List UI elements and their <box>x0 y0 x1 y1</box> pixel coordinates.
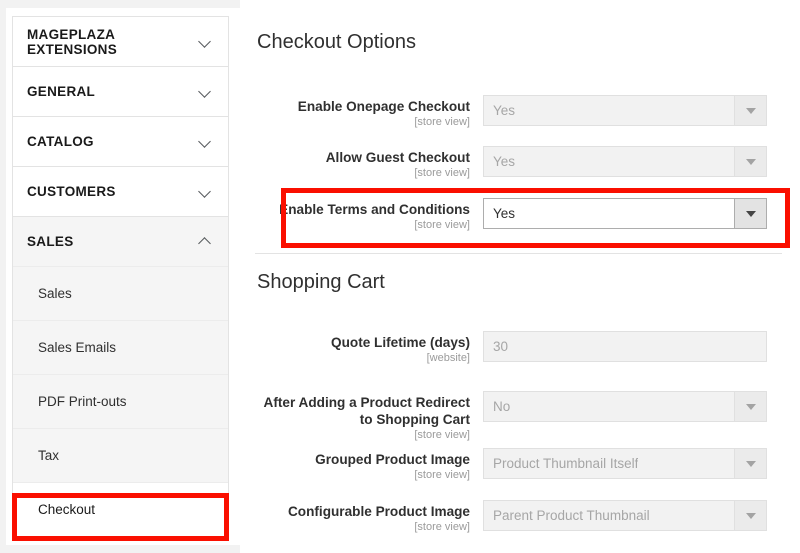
sidebar-section-sales[interactable]: SALES Sales Sales Emails PDF Print-outs … <box>13 216 228 536</box>
page-edge-left <box>0 0 6 553</box>
sidebar-section-catalog[interactable]: CATALOG <box>13 116 228 166</box>
field-control: Product Thumbnail Itself <box>483 448 767 479</box>
page-edge-bottom <box>6 545 240 553</box>
field-label-wrap: Configurable Product Image [store view] <box>255 500 483 535</box>
sidebar-item-label: Sales <box>38 286 72 301</box>
field-label-wrap: Quote Lifetime (days) [website] <box>255 331 483 366</box>
field-enable-onepage-checkout: Enable Onepage Checkout [store view] Yes <box>255 95 800 130</box>
magento-admin-config-page: MAGEPLAZA EXTENSIONS GENERAL CATALOG CUS… <box>0 0 800 553</box>
select-value: Product Thumbnail Itself <box>493 456 639 471</box>
field-label-wrap: Enable Onepage Checkout [store view] <box>255 95 483 130</box>
select-value: Yes <box>493 206 516 221</box>
field-label-wrap: Grouped Product Image [store view] <box>255 448 483 483</box>
field-label-wrap: Enable Terms and Conditions [store view] <box>255 198 483 233</box>
sidebar-item-label: Checkout <box>38 502 96 517</box>
field-control: 30 <box>483 331 767 362</box>
sidebar-section-label: GENERAL <box>27 84 96 99</box>
field-control: Yes <box>483 198 767 229</box>
field-label: Configurable Product Image <box>287 504 470 519</box>
chevron-down-icon <box>199 135 212 148</box>
select-enable-terms-and-conditions[interactable]: Yes <box>483 198 767 229</box>
sidebar-section-general[interactable]: GENERAL <box>13 66 228 116</box>
field-label: Enable Terms and Conditions <box>279 202 470 217</box>
sidebar-item-sales[interactable]: Sales <box>13 266 228 320</box>
sidebar-item-pdf-print-outs[interactable]: PDF Print-outs <box>13 374 228 428</box>
sidebar-section-label: CATALOG <box>27 134 94 149</box>
field-scope: [store view] <box>414 521 470 533</box>
sidebar-section-header[interactable]: GENERAL <box>13 67 228 116</box>
sidebar-item-label: PDF Print-outs <box>38 394 127 409</box>
field-control: Yes <box>483 146 767 177</box>
field-configurable-product-image: Configurable Product Image [store view] … <box>255 500 800 535</box>
field-allow-guest-checkout: Allow Guest Checkout [store view] Yes <box>255 146 800 181</box>
chevron-down-icon[interactable] <box>734 96 766 125</box>
config-main-panel: Checkout Options Enable Onepage Checkout… <box>255 0 800 553</box>
sidebar-section-header[interactable]: CATALOG <box>13 117 228 166</box>
select-configurable-product-image[interactable]: Parent Product Thumbnail <box>483 500 767 531</box>
chevron-down-icon <box>199 85 212 98</box>
field-grouped-product-image: Grouped Product Image [store view] Produ… <box>255 448 800 483</box>
config-sidebar-nav: MAGEPLAZA EXTENSIONS GENERAL CATALOG CUS… <box>12 16 229 537</box>
select-value: No <box>493 399 511 414</box>
sidebar-section-header[interactable]: CUSTOMERS <box>13 167 228 216</box>
field-scope: [store view] <box>414 429 470 441</box>
chevron-down-icon[interactable] <box>734 199 766 228</box>
sidebar-section-label: MAGEPLAZA EXTENSIONS <box>27 26 118 57</box>
sidebar-item-sales-emails[interactable]: Sales Emails <box>13 320 228 374</box>
select-grouped-product-image[interactable]: Product Thumbnail Itself <box>483 448 767 479</box>
chevron-down-icon[interactable] <box>734 501 766 530</box>
select-after-adding-product-redirect[interactable]: No <box>483 391 767 422</box>
sidebar-section-label: CUSTOMERS <box>27 184 116 199</box>
chevron-down-icon[interactable] <box>734 147 766 176</box>
field-control: Parent Product Thumbnail <box>483 500 767 531</box>
sidebar-section-customers[interactable]: CUSTOMERS <box>13 166 228 216</box>
field-label: Enable Onepage Checkout <box>297 99 470 114</box>
select-enable-onepage-checkout[interactable]: Yes <box>483 95 767 126</box>
chevron-down-icon[interactable] <box>734 449 766 478</box>
section-title-shopping-cart: Shopping Cart <box>257 271 385 293</box>
select-value: Yes <box>493 103 516 118</box>
chevron-down-icon[interactable] <box>734 392 766 421</box>
field-label: Quote Lifetime (days) <box>331 335 470 350</box>
field-label: After Adding a Product Redirect to Shopp… <box>263 395 470 427</box>
field-label: Grouped Product Image <box>315 452 470 467</box>
chevron-down-icon <box>199 35 212 48</box>
section-title-checkout-options: Checkout Options <box>257 31 416 53</box>
sidebar-item-checkout[interactable]: Checkout <box>13 482 228 536</box>
chevron-down-icon <box>199 185 212 198</box>
field-scope: [store view] <box>414 116 470 128</box>
input-quote-lifetime[interactable]: 30 <box>483 331 767 362</box>
field-enable-terms-and-conditions: Enable Terms and Conditions [store view]… <box>255 198 800 233</box>
select-allow-guest-checkout[interactable]: Yes <box>483 146 767 177</box>
sidebar-item-label: Tax <box>38 448 60 463</box>
sidebar-section-label: SALES <box>27 234 74 249</box>
field-quote-lifetime: Quote Lifetime (days) [website] 30 <box>255 331 800 366</box>
section-divider <box>255 253 782 254</box>
field-label: Allow Guest Checkout <box>325 150 470 165</box>
input-value: 30 <box>493 339 509 354</box>
field-scope: [store view] <box>414 219 470 231</box>
sidebar-item-tax[interactable]: Tax <box>13 428 228 482</box>
page-edge-top <box>0 0 240 8</box>
field-label-wrap: Allow Guest Checkout [store view] <box>255 146 483 181</box>
field-control: No <box>483 391 767 422</box>
field-scope: [website] <box>426 352 470 364</box>
field-control: Yes <box>483 95 767 126</box>
field-scope: [store view] <box>414 469 470 481</box>
field-label-wrap: After Adding a Product Redirect to Shopp… <box>255 391 483 443</box>
sidebar-section-mageplaza-extensions[interactable]: MAGEPLAZA EXTENSIONS <box>13 16 228 66</box>
select-value: Parent Product Thumbnail <box>493 508 650 523</box>
field-after-adding-product-redirect: After Adding a Product Redirect to Shopp… <box>255 391 800 443</box>
sidebar-subnav-sales: Sales Sales Emails PDF Print-outs Tax Ch… <box>13 266 228 536</box>
sidebar-section-header[interactable]: SALES <box>13 217 228 266</box>
select-value: Yes <box>493 154 516 169</box>
chevron-up-icon <box>199 235 212 248</box>
sidebar-section-header[interactable]: MAGEPLAZA EXTENSIONS <box>13 17 228 66</box>
field-scope: [store view] <box>414 167 470 179</box>
sidebar-item-label: Sales Emails <box>38 340 117 355</box>
